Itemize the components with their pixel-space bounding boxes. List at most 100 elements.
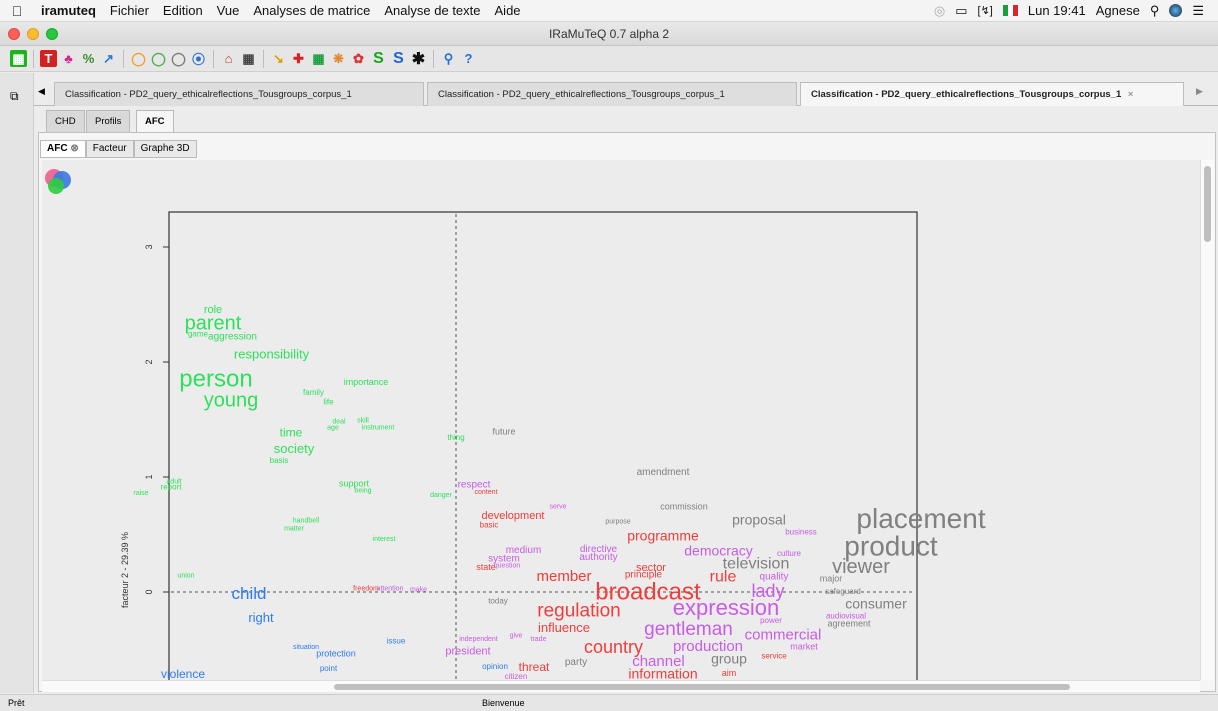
menu-fichier[interactable]: Fichier (103, 3, 156, 18)
word-age: age (327, 424, 339, 431)
word-serve: serve (549, 504, 566, 511)
vertical-scroll-thumb[interactable] (1204, 166, 1211, 242)
word-future: future (492, 427, 515, 437)
plus-icon[interactable]: ✚ (290, 50, 307, 67)
tab-classification-1[interactable]: Classification - PD2_query_ethicalreflec… (54, 82, 424, 106)
menu-aide[interactable]: Aide (488, 3, 528, 18)
word-today: today (488, 596, 508, 605)
tab-scroll-right-icon[interactable]: ▶ (1196, 86, 1203, 97)
help-icon[interactable]: ⚲ (440, 50, 457, 67)
word-point: point (320, 664, 338, 673)
menu-vue[interactable]: Vue (210, 3, 247, 18)
battery-icon[interactable]: [↯] (978, 4, 993, 17)
stats-icon[interactable]: ♣ (60, 50, 77, 67)
horizontal-scroll-thumb[interactable] (334, 684, 1070, 690)
word-influence: influence (538, 620, 590, 635)
word-president: president (445, 646, 490, 658)
notebook-tabbar: ◀ Classification - PD2_query_ethicalrefl… (34, 80, 1218, 106)
menu-analyses-matrice[interactable]: Analyses de matrice (246, 3, 377, 18)
word-freedom: freedom (353, 585, 379, 592)
circle-icon-2[interactable]: ◯ (150, 50, 167, 67)
tab-chd[interactable]: CHD (46, 110, 85, 132)
menu-app-name[interactable]: iramuteq (34, 3, 103, 18)
star-icon[interactable]: ✱ (410, 50, 427, 68)
matrix-icon[interactable]: ▦ (10, 50, 27, 67)
menu-edition[interactable]: Edition (156, 3, 210, 18)
menubar-user[interactable]: Agnese (1096, 3, 1140, 18)
y-axis-label: facteur 2 - 29.39 % (120, 532, 130, 608)
flag-italy-icon[interactable] (1002, 5, 1018, 16)
tab-classification-3[interactable]: Classification - PD2_query_ethicalreflec… (800, 82, 1184, 106)
word-power: power (760, 616, 782, 625)
word-importance: importance (344, 377, 389, 387)
afc-logo-icon[interactable] (42, 166, 72, 196)
spec-icon[interactable]: % (80, 50, 97, 67)
siri-icon[interactable] (1169, 4, 1183, 17)
tab-facteur[interactable]: Facteur (85, 140, 134, 158)
word-amendment: amendment (637, 467, 690, 478)
tab-scroll-left-icon[interactable]: ◀ (38, 86, 45, 97)
word-major: major (820, 574, 843, 584)
word-aggression: aggression (208, 331, 257, 342)
tab-graphe-3d[interactable]: Graphe 3D (133, 140, 197, 158)
close-afc-inner-icon[interactable]: ⊗ (70, 143, 78, 154)
word-opinion: opinion (482, 662, 508, 671)
notification-center-icon[interactable]: ☰ (1192, 3, 1204, 19)
main-toolbar: ▦ T ♣ % ↗ ◯ ◯ ◯ ⦿ ⌂ ▦ ↘ ✚ ▦ ❋ ✿ S S ✱ ⚲ … (0, 46, 1218, 72)
horizontal-scrollbar[interactable] (42, 680, 1200, 692)
word-rule: rule (710, 568, 737, 585)
macos-menubar:  iramuteq Fichier Edition Vue Analyses … (0, 0, 1218, 22)
spotlight-icon[interactable]: ⚲ (1150, 3, 1160, 19)
s-green-icon[interactable]: S (370, 50, 387, 67)
status-bar: Prêt Bienvenue (0, 694, 1218, 711)
word-union: union (177, 573, 194, 580)
grid-icon[interactable]: ▦ (310, 50, 327, 67)
tab-classification-2[interactable]: Classification - PD2_query_ethicalreflec… (427, 82, 797, 106)
s-blue-icon[interactable]: S (390, 50, 407, 67)
word-instrument: instrument (362, 424, 395, 431)
menubar-clock[interactable]: Lun 19:41 (1028, 3, 1086, 18)
window-title: IRaMuTeQ 0.7 alpha 2 (548, 27, 670, 41)
word-placement: placement (856, 503, 985, 534)
house-icon[interactable]: ⌂ (220, 50, 237, 67)
chart-icon[interactable]: ↗ (100, 50, 117, 67)
text-icon[interactable]: T (40, 50, 57, 67)
word-aim: aim (722, 668, 737, 678)
word-commission: commission (660, 501, 708, 511)
circle-icon-1[interactable]: ◯ (130, 50, 147, 67)
window-titlebar: IRaMuTeQ 0.7 alpha 2 (0, 22, 1218, 46)
wifi-icon[interactable]: ◎ (934, 3, 945, 19)
word-agreement: agreement (827, 619, 871, 629)
menu-analyse-texte[interactable]: Analyse de texte (377, 3, 487, 18)
tab-afc-label: AFC (145, 116, 165, 127)
close-tab-icon[interactable]: × (1128, 89, 1134, 100)
vertical-scrollbar[interactable] (1200, 160, 1214, 680)
circle-icon-3[interactable]: ◯ (170, 50, 187, 67)
word-time: time (280, 425, 303, 439)
word-group: group (711, 651, 747, 667)
word-right: right (248, 610, 274, 625)
arrows-icon[interactable]: ↘ (270, 50, 287, 67)
word-young: young (204, 389, 259, 411)
apple-icon[interactable]:  (0, 3, 34, 19)
tab-afc-inner[interactable]: AFC ⊗ (40, 140, 86, 158)
word-report: report (161, 482, 183, 491)
compass-icon[interactable]: ⦿ (190, 50, 207, 67)
word-gentleman: gentleman (644, 619, 733, 640)
airplay-icon[interactable]: ▭ (955, 3, 967, 19)
window-restore-icon[interactable]: ⧉ (10, 89, 19, 104)
word-issue: issue (387, 637, 406, 646)
table-icon[interactable]: ▦ (240, 50, 257, 67)
about-icon[interactable]: ? (460, 50, 477, 67)
word-danger: danger (430, 492, 452, 499)
tab-afc[interactable]: AFC × (136, 110, 174, 149)
word-thing: thing (447, 433, 464, 442)
tab-profils[interactable]: Profils (86, 110, 131, 132)
word-market: market (790, 642, 818, 652)
flower-icon[interactable]: ✿ (350, 50, 367, 67)
y-tick-label: 3 (144, 244, 154, 249)
word-proposal: proposal (732, 511, 786, 527)
word-state: state (476, 562, 496, 572)
word-regulation: regulation (537, 601, 620, 622)
similarity-icon[interactable]: ❋ (330, 50, 347, 67)
